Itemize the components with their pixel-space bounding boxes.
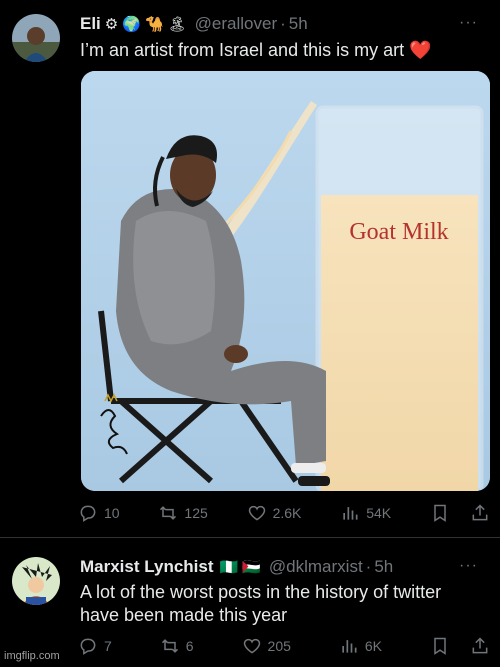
bookmark-share-group <box>430 503 490 523</box>
handle[interactable]: @dklmarxist <box>269 557 363 577</box>
camel-badge-icon: 🐪 <box>144 15 164 33</box>
avatar[interactable] <box>12 557 60 605</box>
like-icon <box>248 505 265 521</box>
share-icon[interactable] <box>470 636 490 656</box>
reply-icon <box>80 505 96 522</box>
views-count: 54K <box>366 505 392 521</box>
repost-icon <box>160 506 177 520</box>
like-count: 2.6K <box>272 505 302 521</box>
nigeria-flag-icon: 🇳🇬 <box>219 558 239 576</box>
like-icon <box>243 638 260 654</box>
reply-icon <box>80 638 96 655</box>
bookmark-icon[interactable] <box>430 503 450 523</box>
goat-milk-label: Goat Milk <box>349 219 448 245</box>
views-icon <box>343 507 358 520</box>
like-button[interactable]: 2.6K <box>247 503 302 523</box>
avatar[interactable] <box>12 14 60 62</box>
views-icon <box>342 640 357 653</box>
watermark: imgflip.com <box>4 650 60 662</box>
repost-button[interactable]: 125 <box>158 503 208 523</box>
tweet-marxist-lynchist[interactable]: Marxist Lynchist 🇳🇬 🇵🇸 @dklmarxist · 5h … <box>0 537 500 667</box>
timestamp[interactable]: 5h <box>289 14 308 34</box>
tweet-image[interactable]: Goat Milk <box>81 71 490 491</box>
repost-button[interactable]: 6 <box>160 636 194 656</box>
timestamp[interactable]: 5h <box>374 557 393 577</box>
repost-count: 125 <box>184 505 208 521</box>
gear-badge-icon: ⚙ <box>104 15 119 33</box>
reply-count: 7 <box>104 638 112 654</box>
like-button[interactable]: 205 <box>242 636 291 656</box>
display-name[interactable]: Eli <box>80 14 101 34</box>
bookmark-share-group <box>430 636 490 656</box>
display-name[interactable]: Marxist Lynchist <box>80 557 214 577</box>
share-icon[interactable] <box>470 503 490 523</box>
views-button[interactable]: 6K <box>339 636 382 656</box>
bookmark-icon[interactable] <box>430 636 450 656</box>
more-icon[interactable]: ··· <box>459 557 478 575</box>
tweet-text: A lot of the worst posts in the history … <box>80 582 442 625</box>
separator-dot: · <box>280 14 286 33</box>
tweet-actions: 10 125 2.6K 54K <box>78 503 490 523</box>
like-count: 205 <box>267 638 291 654</box>
views-count: 6K <box>364 638 382 654</box>
tweet-header: Eli ⚙ 🌍 🐪 🏝 @erallover · 5h <box>80 14 308 34</box>
island-badge-icon: 🏝 <box>167 15 187 33</box>
tweet-text: I’m an artist from Israel and this is my… <box>80 40 432 60</box>
tweet-actions: 7 6 205 6K <box>78 636 490 656</box>
globe-badge-icon: 🌍 <box>122 15 141 33</box>
tweet-eli[interactable]: Eli ⚙ 🌍 🐪 🏝 @erallover · 5h ··· I’m an a… <box>0 0 500 537</box>
palestine-flag-icon: 🇵🇸 <box>242 558 261 576</box>
reply-button[interactable]: 10 <box>78 503 120 523</box>
repost-icon <box>161 639 178 653</box>
reply-button[interactable]: 7 <box>78 636 112 656</box>
handle[interactable]: @erallover <box>195 14 277 34</box>
separator-dot: · <box>365 557 372 576</box>
tweet-header: Marxist Lynchist 🇳🇬 🇵🇸 @dklmarxist · 5h <box>80 557 393 577</box>
more-icon[interactable]: ··· <box>459 14 478 32</box>
repost-count: 6 <box>185 638 194 654</box>
views-button[interactable]: 54K <box>340 503 391 523</box>
reply-count: 10 <box>104 505 120 521</box>
